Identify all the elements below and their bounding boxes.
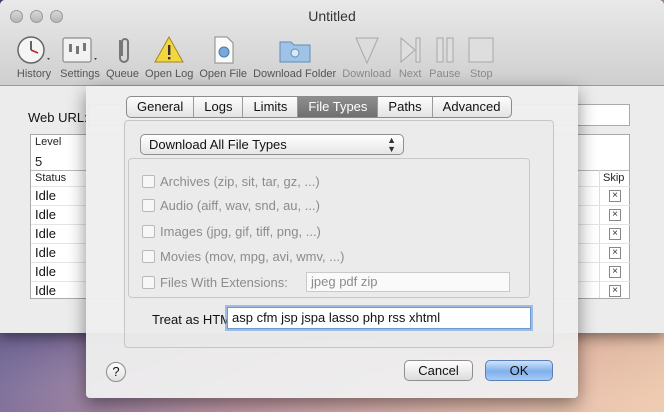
open-log-label: Open Log bbox=[145, 68, 194, 80]
tab-paths[interactable]: Paths bbox=[377, 97, 431, 117]
next-label: Next bbox=[398, 68, 422, 80]
skip-checkbox[interactable]: × bbox=[609, 247, 621, 259]
checkbox-box[interactable] bbox=[142, 225, 155, 238]
tab-general[interactable]: General bbox=[127, 97, 193, 117]
stop-button[interactable]: Stop bbox=[466, 34, 496, 80]
help-button[interactable]: ? bbox=[106, 362, 126, 382]
queue-label: Queue bbox=[106, 68, 140, 80]
updown-arrows-icon: ▲ ▼ bbox=[387, 135, 396, 154]
tab-file-types[interactable]: File Types bbox=[297, 97, 378, 117]
status-header: Status bbox=[35, 172, 67, 184]
preferences-tabs: General Logs Limits File Types Paths Adv… bbox=[126, 96, 512, 118]
checkbox-box[interactable] bbox=[142, 175, 155, 188]
status-cell: Idle bbox=[35, 207, 56, 222]
warning-icon bbox=[153, 34, 185, 66]
skip-checkbox[interactable]: × bbox=[609, 190, 621, 202]
extensions-checkbox[interactable]: Files With Extensions: bbox=[142, 275, 288, 290]
stop-label: Stop bbox=[470, 68, 493, 80]
status-cell: Idle bbox=[35, 264, 56, 279]
level-header: Level bbox=[35, 136, 62, 148]
pause-icon bbox=[432, 34, 458, 66]
skip-checkbox[interactable]: × bbox=[609, 285, 621, 297]
download-arrow-icon bbox=[352, 34, 382, 66]
clock-icon bbox=[14, 34, 54, 66]
audio-label: Audio (aiff, wav, snd, au, ...) bbox=[160, 198, 320, 213]
pause-button[interactable]: Pause bbox=[429, 34, 460, 80]
paperclip-icon bbox=[110, 34, 136, 66]
next-icon bbox=[397, 34, 423, 66]
status-cell: Idle bbox=[35, 283, 56, 298]
file-icon bbox=[209, 34, 237, 66]
settings-button[interactable]: Settings bbox=[60, 34, 100, 80]
audio-checkbox[interactable]: Audio (aiff, wav, snd, au, ...) bbox=[142, 198, 320, 213]
archives-checkbox[interactable]: Archives (zip, sit, tar, gz, ...) bbox=[142, 174, 320, 189]
tab-advanced[interactable]: Advanced bbox=[431, 97, 511, 117]
images-label: Images (jpg, gif, tiff, png, ...) bbox=[160, 224, 321, 239]
status-cell: Idle bbox=[35, 188, 56, 203]
extensions-input[interactable]: jpeg pdf zip bbox=[306, 272, 510, 292]
skip-checkbox[interactable]: × bbox=[609, 209, 621, 221]
checkbox-box[interactable] bbox=[142, 276, 155, 289]
ok-button[interactable]: OK bbox=[485, 360, 553, 381]
checkbox-box[interactable] bbox=[142, 250, 155, 263]
download-label: Download bbox=[342, 68, 392, 80]
skip-checkbox[interactable]: × bbox=[609, 266, 621, 278]
movies-label: Movies (mov, mpg, avi, wmv, ...) bbox=[160, 249, 345, 264]
skip-header: Skip bbox=[603, 172, 625, 184]
open-file-button[interactable]: Open File bbox=[199, 34, 247, 80]
history-button[interactable]: History bbox=[14, 34, 54, 80]
toolbar: History Settings Queue Open Log Open Fil… bbox=[14, 34, 502, 80]
preferences-sheet: General Logs Limits File Types Paths Adv… bbox=[86, 86, 578, 398]
status-cell: Idle bbox=[35, 226, 56, 241]
next-button[interactable]: Next bbox=[397, 34, 423, 80]
images-checkbox[interactable]: Images (jpg, gif, tiff, png, ...) bbox=[142, 224, 321, 239]
pause-label: Pause bbox=[429, 68, 461, 80]
download-button[interactable]: Download bbox=[342, 34, 391, 80]
movies-checkbox[interactable]: Movies (mov, mpg, avi, wmv, ...) bbox=[142, 249, 344, 264]
archives-label: Archives (zip, sit, tar, gz, ...) bbox=[160, 174, 320, 189]
stop-icon bbox=[466, 34, 496, 66]
web-url-label: Web URL: bbox=[28, 110, 88, 125]
treat-as-html-input[interactable]: asp cfm jsp jspa lasso php rss xhtml bbox=[227, 307, 531, 329]
open-file-label: Open File bbox=[199, 68, 248, 80]
tab-logs[interactable]: Logs bbox=[193, 97, 242, 117]
file-types-popup[interactable]: Download All File Types ▲ ▼ bbox=[140, 134, 404, 155]
status-cell: Idle bbox=[35, 245, 56, 260]
level-value: 5 bbox=[35, 154, 43, 169]
file-types-popup-value: Download All File Types bbox=[149, 137, 287, 152]
checkbox-box[interactable] bbox=[142, 199, 155, 212]
settings-icon bbox=[60, 34, 100, 66]
title-bar: Untitled History Settings Queue Open Log… bbox=[0, 0, 664, 86]
window-title: Untitled bbox=[308, 8, 356, 24]
download-folder-button[interactable]: Download Folder bbox=[253, 34, 336, 80]
history-label: History bbox=[16, 68, 52, 80]
folder-icon bbox=[277, 34, 313, 66]
extensions-label: Files With Extensions: bbox=[160, 275, 288, 290]
queue-button[interactable]: Queue bbox=[106, 34, 139, 80]
cancel-button[interactable]: Cancel bbox=[404, 360, 473, 381]
open-log-button[interactable]: Open Log bbox=[145, 34, 193, 80]
settings-label: Settings bbox=[60, 68, 100, 80]
tab-limits[interactable]: Limits bbox=[242, 97, 297, 117]
download-folder-label: Download Folder bbox=[253, 68, 337, 80]
skip-checkbox[interactable]: × bbox=[609, 228, 621, 240]
